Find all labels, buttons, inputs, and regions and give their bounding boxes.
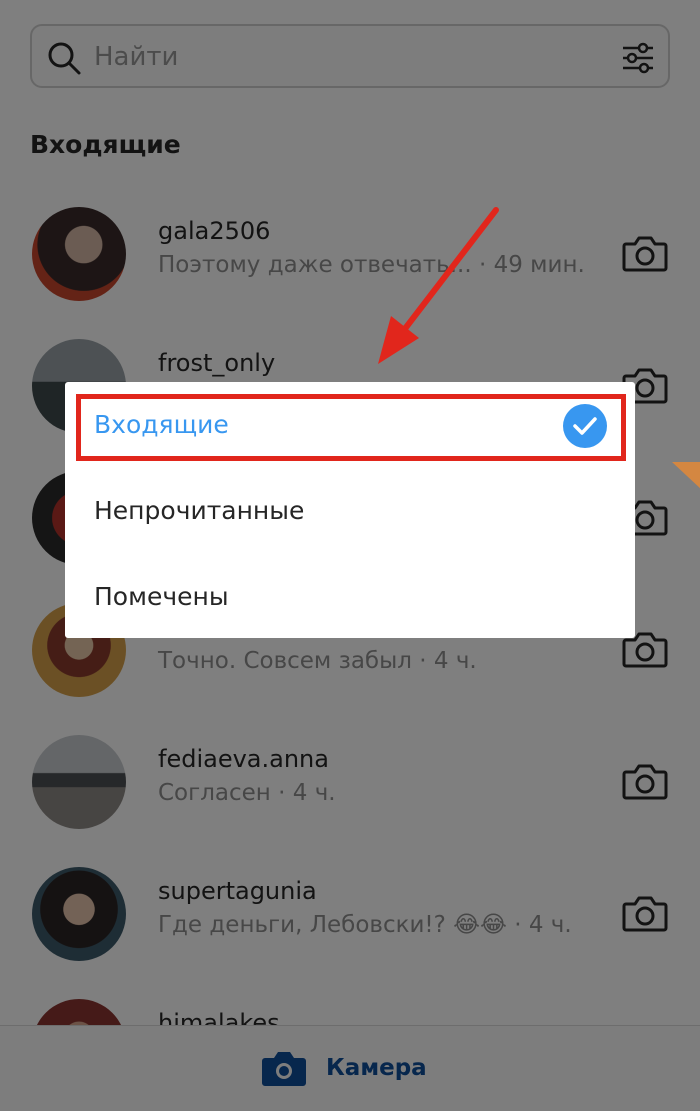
menu-item-flagged[interactable]: Помечены [65, 554, 635, 640]
menu-item-label: Помечены [94, 582, 229, 611]
highlight-box [76, 394, 626, 461]
menu-item-label: Непрочитанные [94, 496, 305, 525]
menu-item-unread[interactable]: Непрочитанные [65, 468, 635, 554]
edge-marker [672, 462, 700, 490]
